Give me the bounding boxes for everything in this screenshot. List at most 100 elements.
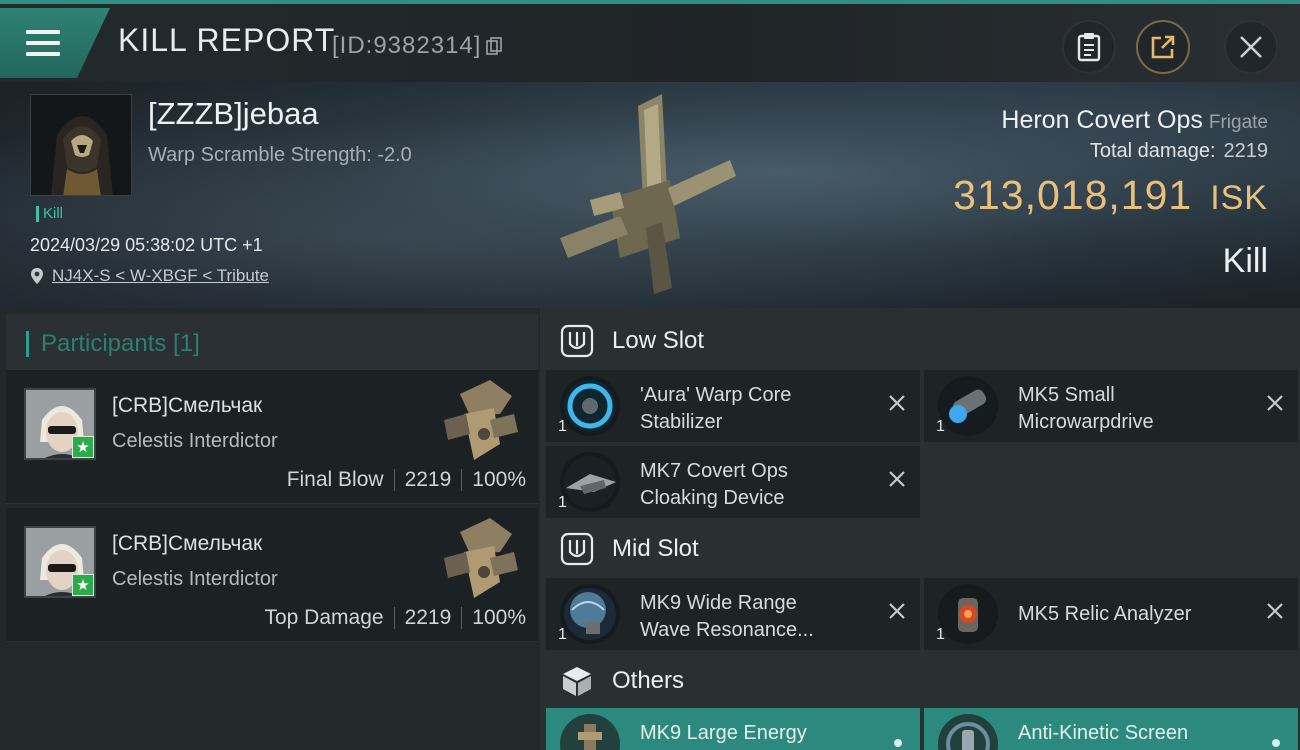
result-label: Kill xyxy=(1222,242,1268,280)
module-name-line: MK7 Covert Ops xyxy=(640,460,788,482)
person-icon xyxy=(1272,739,1280,747)
victim-name[interactable]: [ZZZB]jebaa xyxy=(148,96,319,132)
victim-avatar-image xyxy=(31,95,131,195)
participants-panel: Participants [1] ★ [CRB]Смельчак Celesti… xyxy=(0,308,540,750)
module-slot[interactable]: MK9 Large Energy xyxy=(546,708,920,750)
module-quantity: 1 xyxy=(936,626,945,643)
top-bar: KILL REPORT [ID:9382314] xyxy=(0,0,1300,82)
participant-ship: Celestis Interdictor xyxy=(112,568,278,590)
module-slot[interactable]: 1 MK5 Small Microwarpdrive xyxy=(924,370,1298,442)
module-icon xyxy=(560,376,620,436)
module-name: MK7 Covert Ops Cloaking Device xyxy=(640,458,880,512)
module-name: MK9 Wide Range Wave Resonance... xyxy=(640,590,880,644)
participant-ship: Celestis Interdictor xyxy=(112,430,278,452)
module-name: MK5 Small Microwarpdrive xyxy=(1018,382,1258,436)
participant-role: Final Blow xyxy=(286,468,384,491)
participant-stats: Top Damage 2219 100% xyxy=(264,606,526,630)
kill-location[interactable]: NJ4X-S < W-XBGF < Tribute xyxy=(30,266,269,286)
module-slot[interactable]: 1 'Aura' Warp Core Stabilizer xyxy=(546,370,920,442)
module-name-line: MK5 Relic Analyzer xyxy=(1018,603,1192,625)
module-slot[interactable]: 1 MK7 Covert Ops Cloaking Device xyxy=(546,446,920,518)
menu-icon xyxy=(26,30,60,56)
victim-ship-image xyxy=(560,94,736,294)
module-name-line: Microwarpdrive xyxy=(1018,411,1154,433)
menu-button[interactable] xyxy=(0,8,110,78)
module-quantity: 1 xyxy=(936,418,945,435)
participant-name[interactable]: [CRB]Смельчак xyxy=(112,532,262,556)
low-slot-label: Low Slot xyxy=(612,327,705,354)
module-name-line: MK5 Small xyxy=(1018,384,1115,406)
location-link[interactable]: NJ4X-S < W-XBGF < Tribute xyxy=(52,266,269,286)
victim-summary: [ZZZB]jebaa Warp Scramble Strength: -2.0… xyxy=(0,82,1300,308)
remove-icon[interactable] xyxy=(1264,392,1286,414)
module-icon xyxy=(938,584,998,644)
participant-ship-image xyxy=(444,380,518,460)
module-name-line: MK9 Wide Range xyxy=(640,592,797,614)
close-icon xyxy=(1240,36,1262,58)
person-icon xyxy=(894,739,902,747)
isk-value: 313,018,191 ISK xyxy=(953,172,1268,219)
participant-card[interactable]: ★ [CRB]Смельчак Celestis Interdictor Fin… xyxy=(6,370,538,504)
clipboard-button[interactable] xyxy=(1062,20,1116,74)
module-quantity: 1 xyxy=(558,626,567,643)
module-name-line: 'Aura' Warp Core xyxy=(640,384,792,406)
divider xyxy=(393,469,395,491)
module-slot[interactable]: Anti-Kinetic Screen xyxy=(924,708,1298,750)
report-id: [ID:9382314] xyxy=(332,32,482,59)
others-label: Others xyxy=(612,667,685,694)
kill-tag: Kill xyxy=(36,206,63,222)
module-slot[interactable]: 1 MK5 Relic Analyzer xyxy=(924,578,1298,650)
cube-icon xyxy=(563,667,591,696)
close-button[interactable] xyxy=(1224,20,1278,74)
module-icon xyxy=(560,452,620,512)
remove-icon[interactable] xyxy=(1264,600,1286,622)
participant-ship-image xyxy=(444,518,518,598)
isk-unit: ISK xyxy=(1210,179,1268,217)
participants-title: Participants [1] xyxy=(26,331,200,357)
remove-icon[interactable] xyxy=(886,392,908,414)
divider xyxy=(461,607,463,629)
remove-icon[interactable] xyxy=(886,600,908,622)
participant-name[interactable]: [CRB]Смельчак xyxy=(112,394,262,418)
mid-slot-label: Mid Slot xyxy=(612,535,699,562)
clipboard-icon xyxy=(1077,33,1101,62)
low-slot-header: Low Slot xyxy=(546,312,1300,370)
module-name: MK5 Relic Analyzer xyxy=(1018,601,1258,628)
participant-damage: 2219 xyxy=(404,606,452,629)
participant-card[interactable]: ★ [CRB]Смельчак Celestis Interdictor Top… xyxy=(6,508,538,642)
share-button[interactable] xyxy=(1136,20,1190,74)
participants-header: Participants [1] xyxy=(6,314,538,374)
module-quantity: 1 xyxy=(558,494,567,511)
total-damage-label: Total damage: xyxy=(1089,140,1216,162)
star-icon: ★ xyxy=(72,436,94,458)
mid-slot-header: Mid Slot xyxy=(546,520,1300,578)
warp-scramble-strength: Warp Scramble Strength: -2.0 xyxy=(148,144,412,166)
page-title: KILL REPORT xyxy=(118,22,336,58)
location-pin-icon xyxy=(31,268,43,284)
module-name: 'Aura' Warp Core Stabilizer xyxy=(640,382,880,436)
isk-amount: 313,018,191 xyxy=(953,172,1193,218)
module-icon xyxy=(938,714,998,750)
participant-role: Top Damage xyxy=(264,606,384,629)
module-name: Anti-Kinetic Screen xyxy=(1018,720,1258,747)
star-icon: ★ xyxy=(72,574,94,596)
shield-icon xyxy=(560,324,594,358)
total-damage: Total damage: 2219 xyxy=(1090,140,1268,163)
victim-portrait[interactable] xyxy=(30,94,132,196)
module-quantity: 1 xyxy=(558,418,567,435)
module-name-line: Wave Resonance... xyxy=(640,619,814,641)
divider xyxy=(393,607,395,629)
ship-name-text: Heron Covert Ops xyxy=(1001,106,1203,134)
module-icon xyxy=(938,376,998,436)
divider xyxy=(461,469,463,491)
copy-icon[interactable] xyxy=(486,37,502,55)
share-icon xyxy=(1151,35,1175,59)
module-name: MK9 Large Energy xyxy=(640,720,880,747)
participant-stats: Final Blow 2219 100% xyxy=(287,468,526,492)
module-name-line: MK9 Large Energy xyxy=(640,722,807,744)
others-header: Others xyxy=(546,652,1300,710)
module-name-line: Stabilizer xyxy=(640,411,723,433)
victim-ship-name[interactable]: Heron Covert Ops Frigate xyxy=(1001,106,1268,135)
module-slot[interactable]: 1 MK9 Wide Range Wave Resonance... xyxy=(546,578,920,650)
remove-icon[interactable] xyxy=(886,468,908,490)
